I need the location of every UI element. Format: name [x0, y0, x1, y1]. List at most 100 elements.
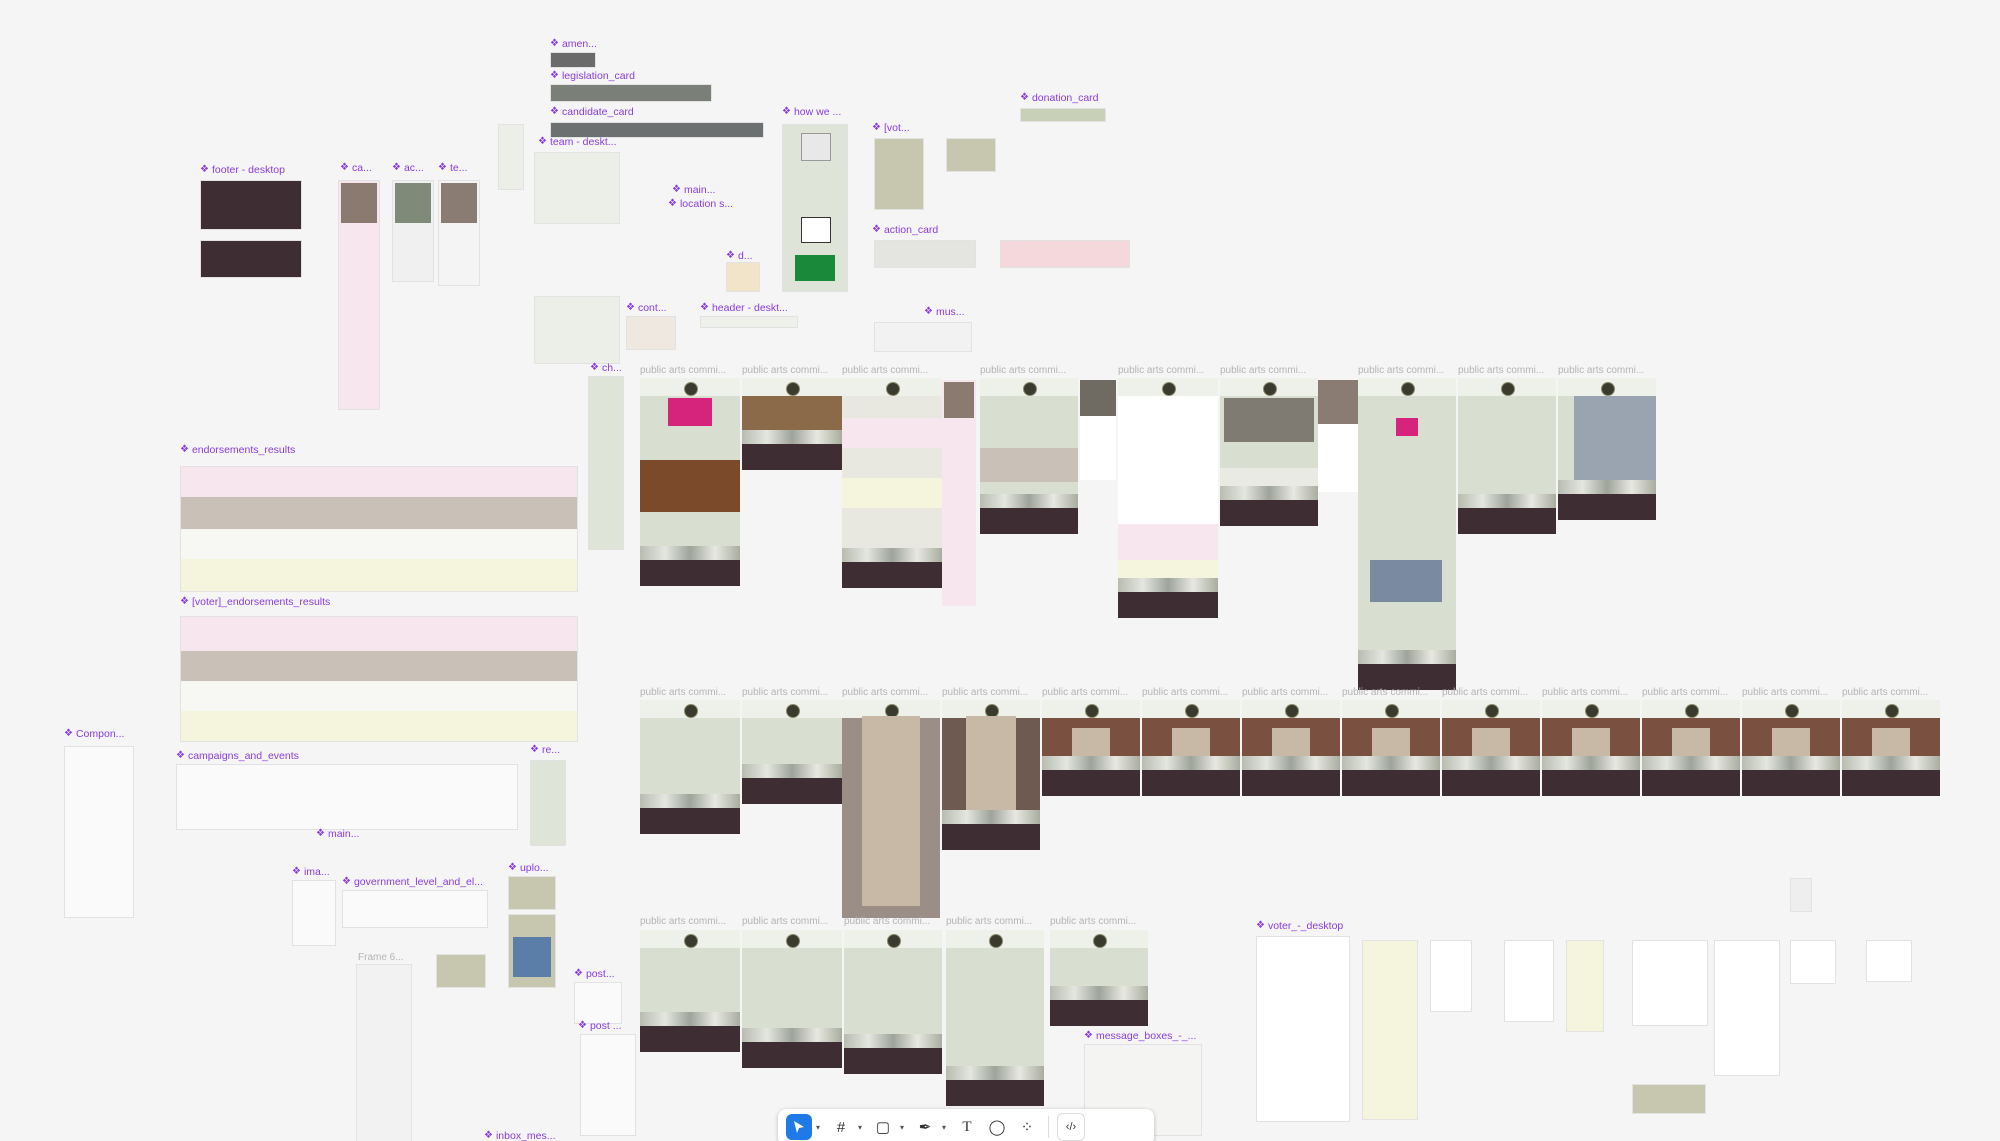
frame-label[interactable]: public arts commi... [1042, 687, 1128, 699]
frame-label[interactable]: public arts commi... [1220, 365, 1306, 377]
frame-label[interactable]: public arts commi... [640, 687, 726, 699]
frame-label[interactable]: Frame 6... [358, 952, 404, 964]
frame-label[interactable]: public arts commi... [842, 365, 928, 377]
frame-tool-icon[interactable]: # [828, 1114, 854, 1140]
chevron-down-icon[interactable]: ▾ [816, 1123, 824, 1132]
frame-label[interactable]: public arts commi... [1842, 687, 1928, 699]
component-label-inbox-mes[interactable]: ❖ inbox_mes... [484, 1130, 556, 1141]
frame-label[interactable]: public arts commi... [1242, 687, 1328, 699]
frame-label[interactable]: public arts commi... [842, 687, 928, 699]
ac-component[interactable] [392, 180, 434, 282]
actions-tool-icon[interactable]: ⁘ [1014, 1114, 1040, 1140]
dev-mode-icon[interactable]: ‹/› [1057, 1113, 1085, 1141]
voter-desktop-frame[interactable] [1504, 940, 1554, 1022]
post-component[interactable] [574, 982, 622, 1024]
frame-public-arts[interactable] [1142, 700, 1240, 796]
upload-component[interactable] [508, 876, 556, 910]
footer-desktop-variant[interactable] [200, 240, 302, 278]
image-component[interactable] [292, 880, 336, 946]
frame-public-arts[interactable] [980, 378, 1078, 534]
frame-label[interactable]: public arts commi... [1742, 687, 1828, 699]
frame-label[interactable]: public arts commi... [1458, 365, 1544, 377]
component-label-post-2[interactable]: ❖ post ... [578, 1020, 621, 1032]
component-label-header-desktop[interactable]: ❖ header - deskt... [700, 302, 788, 314]
frame-label[interactable]: public arts commi... [1050, 916, 1136, 928]
text-tool-icon[interactable]: T [954, 1114, 980, 1140]
component-label-post-1[interactable]: ❖ post... [574, 968, 615, 980]
frame-label[interactable]: public arts commi... [844, 916, 930, 928]
frame-public-arts[interactable] [1558, 378, 1656, 520]
comment-tool-icon[interactable]: ◯ [984, 1114, 1010, 1140]
pen-tool-icon[interactable]: ✒ [912, 1114, 938, 1140]
frame-side-panel[interactable] [942, 380, 976, 606]
frame-public-arts[interactable] [942, 700, 1040, 850]
component-label-voter-desktop[interactable]: ❖ voter_-_desktop [1256, 920, 1343, 932]
frame-label[interactable]: public arts commi... [1142, 687, 1228, 699]
how-we-component[interactable] [782, 124, 848, 292]
footer-desktop-component[interactable] [200, 180, 302, 230]
component-label-cont[interactable]: ❖ cont... [626, 302, 667, 314]
government-level-component[interactable] [342, 890, 488, 928]
voter-desktop-frame[interactable] [1566, 940, 1604, 1032]
voter-endorsements-results-component[interactable] [180, 616, 578, 742]
frame-label[interactable]: public arts commi... [1118, 365, 1204, 377]
shape-tool-icon[interactable]: ▢ [870, 1114, 896, 1140]
note-component[interactable] [436, 954, 486, 988]
frame-public-arts[interactable] [1050, 930, 1148, 1026]
frame-public-arts[interactable] [1358, 378, 1456, 690]
frame-public-arts[interactable] [640, 700, 740, 834]
figma-canvas[interactable]: ❖ amen... ❖ legislation_card ❖ candidate_ca… [0, 0, 2000, 1141]
te-component[interactable] [438, 180, 480, 286]
team-desktop-grid[interactable] [534, 152, 620, 224]
frame-public-arts[interactable] [1442, 700, 1540, 796]
component-label-candidate-card[interactable]: ❖ candidate_card [550, 106, 634, 118]
action-card-set[interactable] [874, 240, 976, 268]
chevron-down-icon[interactable]: ▾ [942, 1123, 950, 1132]
component-label-main-1[interactable]: ❖ main... [672, 184, 715, 196]
legislation-card-set[interactable] [550, 84, 712, 102]
components-table[interactable] [64, 746, 134, 918]
team-member-stack[interactable] [498, 124, 524, 190]
chevron-down-icon[interactable]: ▾ [900, 1123, 908, 1132]
frame-public-arts[interactable] [1542, 700, 1640, 796]
header-desktop-component[interactable] [700, 316, 798, 328]
frame-public-arts[interactable] [1118, 378, 1218, 618]
component-label-ima[interactable]: ❖ ima... [292, 866, 330, 878]
donation-card-set[interactable] [1020, 108, 1106, 122]
component-label-action-card[interactable]: ❖ action_card [872, 224, 938, 236]
frame-label[interactable]: public arts commi... [1358, 365, 1444, 377]
frame-public-arts[interactable] [640, 378, 740, 586]
component-label-ch[interactable]: ❖ ch... [590, 362, 622, 374]
frame-public-arts[interactable] [946, 930, 1044, 1106]
d-component[interactable] [726, 262, 760, 292]
move-tool-icon[interactable] [786, 1114, 812, 1140]
voter-desktop-frame[interactable] [1866, 940, 1912, 982]
frame-label[interactable]: public arts commi... [1442, 687, 1528, 699]
component-label-legislation-card[interactable]: ❖ legislation_card [550, 70, 635, 82]
frame-side-panel[interactable] [1318, 380, 1358, 492]
frame-label[interactable]: public arts commi... [1558, 365, 1644, 377]
component-label-te[interactable]: ❖ te... [438, 162, 467, 174]
post-component-variant[interactable] [580, 1034, 636, 1136]
voter-desktop-frame[interactable] [1632, 1084, 1706, 1114]
frame-public-arts[interactable] [1842, 700, 1940, 796]
frame-label[interactable]: public arts commi... [942, 687, 1028, 699]
team-desktop-grid-variant[interactable] [534, 296, 620, 364]
mus-component[interactable] [874, 322, 972, 352]
component-label-compon[interactable]: ❖ Compon... [64, 728, 124, 740]
contact-component[interactable] [626, 316, 676, 350]
voter-desktop-frame[interactable] [1714, 940, 1780, 1076]
component-label-amen[interactable]: ❖ amen... [550, 38, 597, 50]
component-label-campaigns-and-events[interactable]: ❖ campaigns_and_events [176, 750, 299, 762]
component-label-ac[interactable]: ❖ ac... [392, 162, 424, 174]
component-label-footer-desktop[interactable]: ❖ footer - desktop [200, 164, 285, 176]
component-label-d[interactable]: ❖ d... [726, 250, 753, 262]
component-label-endorsements-results[interactable]: ❖ endorsements_results [180, 444, 295, 456]
frame-public-arts[interactable] [742, 700, 842, 804]
voter-component-variant[interactable] [946, 138, 996, 172]
frame-label[interactable]: public arts commi... [946, 916, 1032, 928]
component-label-voter-endorsements-results[interactable]: ❖ [voter]_endorsements_results [180, 596, 330, 608]
frame-public-arts[interactable] [842, 700, 940, 918]
frame-public-arts[interactable] [1242, 700, 1340, 796]
component-label-location-s[interactable]: ❖ location s... [668, 198, 733, 210]
